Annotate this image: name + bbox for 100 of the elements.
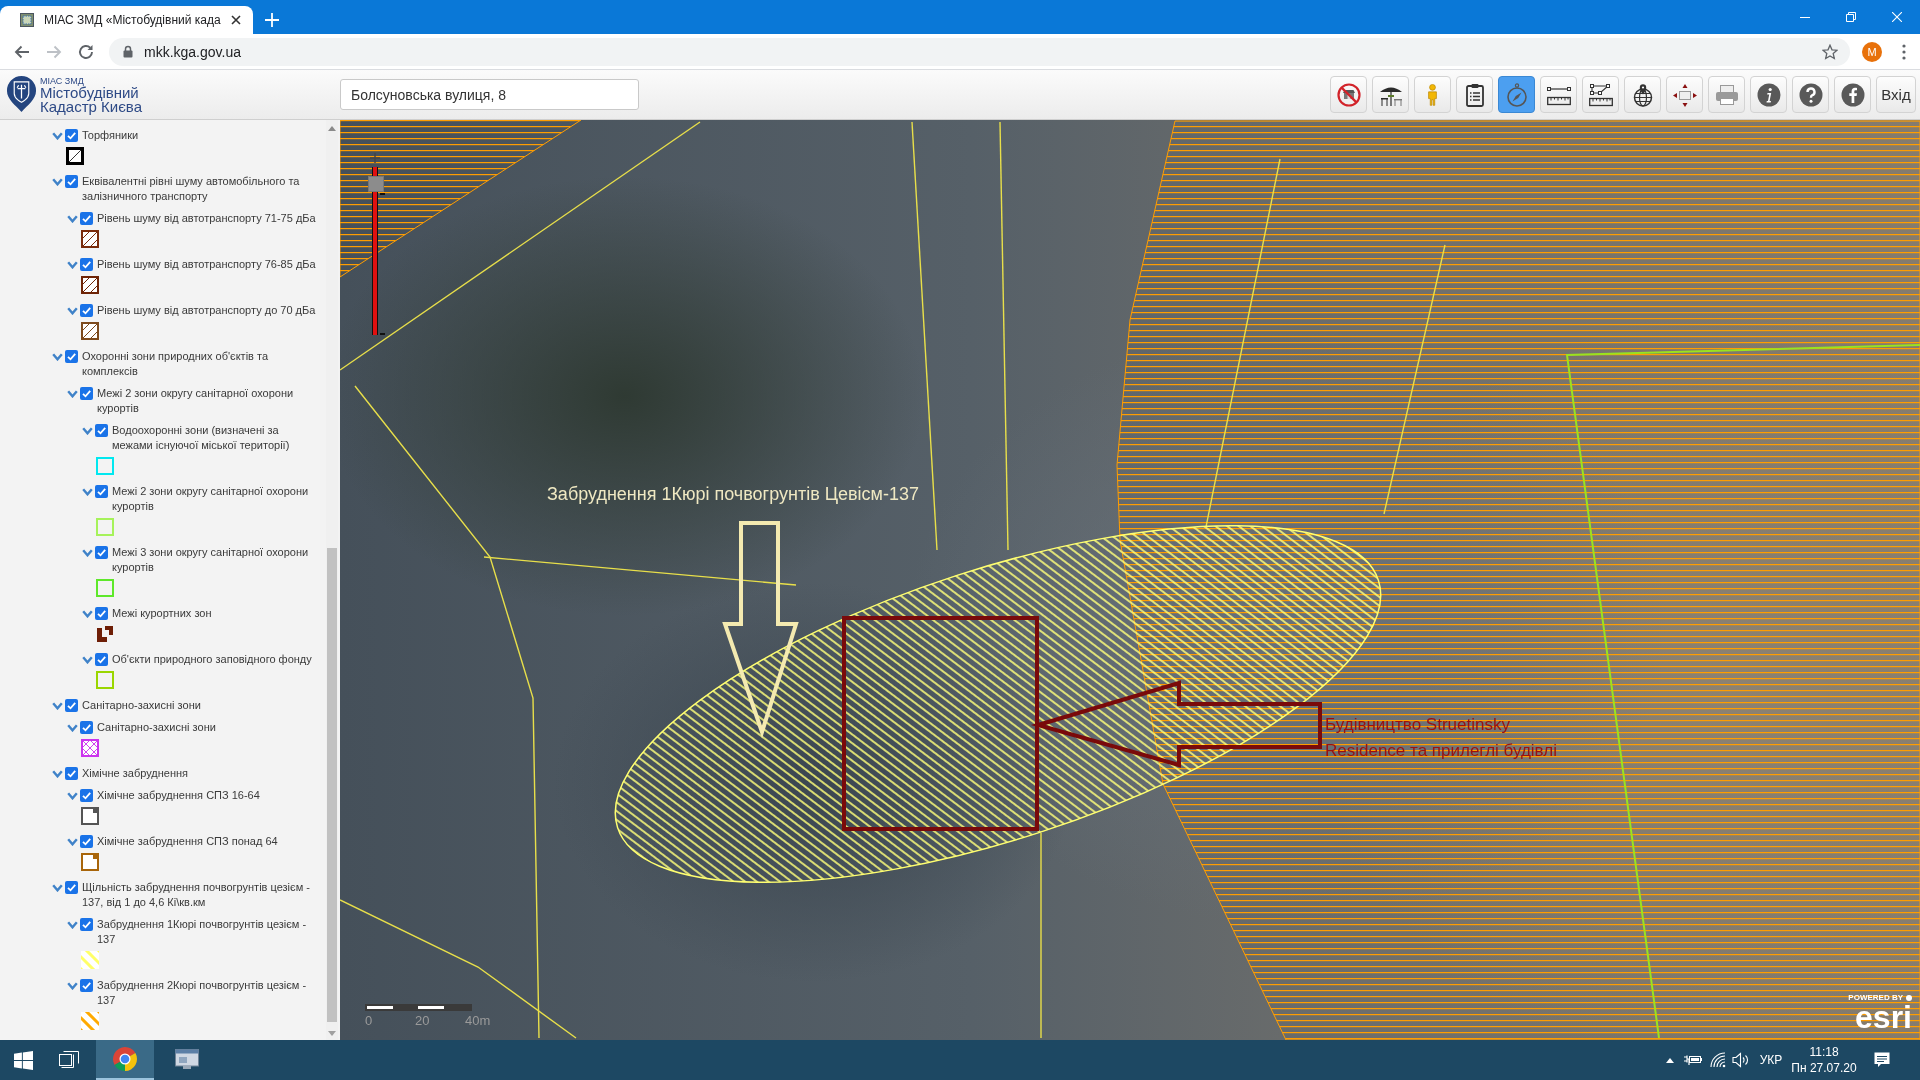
- scroll-down-icon[interactable]: [328, 1031, 336, 1036]
- clock-time[interactable]: 11:18: [1809, 1044, 1839, 1060]
- framed-square-icon: [20, 13, 34, 27]
- layer-label: Об'єкти природного заповідного фонду: [112, 652, 313, 667]
- window-app-icon: [175, 1049, 199, 1069]
- map-caption: Забруднення 1Кюрі почвогрунтів Цевісм-137: [547, 484, 919, 505]
- layer-checkbox[interactable]: [65, 350, 78, 363]
- layer-checkbox[interactable]: [95, 485, 108, 498]
- chevron-down-icon[interactable]: [52, 884, 63, 892]
- layer-label: Забруднення 1Кюрі почвогрунтів цезієм - 137: [97, 917, 308, 947]
- area-ruler-icon: [1588, 82, 1613, 107]
- battery-icon[interactable]: [1683, 1054, 1702, 1066]
- layer-checkbox[interactable]: [95, 607, 108, 620]
- search-field[interactable]: Болсуновська вулиця, 8: [340, 79, 639, 110]
- layer-label: Санітарно-захисні зони: [82, 698, 202, 713]
- layer-checkbox[interactable]: [80, 304, 93, 317]
- layer-label: Охоронні зони природних об'єктів та комплексів: [82, 349, 269, 379]
- browser-tab[interactable]: МІАС ЗМД «Містобудівний када: [0, 6, 253, 34]
- layer-checkbox[interactable]: [65, 699, 78, 712]
- scrollbar-thumb[interactable]: [327, 548, 337, 1022]
- chevron-down-icon[interactable]: [67, 215, 78, 223]
- f-circle-icon: [1840, 82, 1865, 107]
- lock-icon[interactable]: [123, 45, 133, 58]
- close-icon: [1892, 12, 1902, 22]
- person-icon: [1428, 83, 1437, 106]
- scale-label: 0: [365, 1013, 374, 1028]
- menu-icon[interactable]: [1902, 43, 1906, 60]
- scale-label: 20: [415, 1013, 431, 1028]
- chevron-down-icon[interactable]: [67, 390, 78, 398]
- layer-checkbox[interactable]: [95, 424, 108, 437]
- layer-checkbox[interactable]: [80, 387, 93, 400]
- chevron-down-icon[interactable]: [82, 427, 93, 435]
- layer-label: Щільність забруднення почвогрунтів цезієм - 137, від 1 до 4,6 Кі\кв.км: [82, 880, 311, 910]
- address-bar[interactable]: mkk.kga.gov.ua: [109, 37, 1850, 66]
- layer-label: Еквівалентні рівні шуму автомобільного та залізничного транспорту: [82, 174, 301, 204]
- dot-icon: [1906, 994, 1912, 1001]
- chevron-down-icon[interactable]: [52, 132, 63, 140]
- chevron-down-icon[interactable]: [67, 982, 78, 990]
- layer-checkbox[interactable]: [65, 129, 78, 142]
- chevron-down-icon[interactable]: [67, 724, 78, 732]
- chevron-down-icon[interactable]: [67, 307, 78, 315]
- chevron-down-icon[interactable]: [82, 610, 93, 618]
- login-button[interactable]: Вхід: [1876, 76, 1916, 113]
- logo-title: Кадастр Києва: [40, 99, 142, 114]
- help-icon: [1798, 82, 1823, 107]
- layer-checkbox[interactable]: [80, 721, 93, 734]
- layer-label: Межі 2 зони округу санітарної охорони курортів: [97, 386, 295, 416]
- layer-label: Рівень шуму від автотранспорту 71-75 дБа: [97, 211, 317, 226]
- compass-icon: [1504, 82, 1529, 107]
- logo-subtitle: МІАС ЗМД: [40, 75, 85, 86]
- chevron-down-icon[interactable]: [52, 702, 63, 710]
- layer-label: Рівень шуму від автотранспорту 76-85 дБа: [97, 257, 317, 272]
- message-icon[interactable]: [1874, 1052, 1890, 1068]
- layer-checkbox[interactable]: [65, 881, 78, 894]
- layer-checkbox[interactable]: [95, 546, 108, 559]
- layer-checkbox[interactable]: [80, 258, 93, 271]
- restore-icon: [1846, 12, 1856, 22]
- layer-checkbox[interactable]: [80, 212, 93, 225]
- stacked-windows-icon[interactable]: [59, 1051, 79, 1069]
- chevron-down-icon[interactable]: [82, 488, 93, 496]
- chevron-down-icon[interactable]: [52, 178, 63, 186]
- layer-checkbox[interactable]: [95, 653, 108, 666]
- layer-checkbox[interactable]: [80, 789, 93, 802]
- layer-label: Хімічне забруднення: [82, 766, 190, 781]
- layer-label: Межі 2 зони округу санітарної охорони курортів: [112, 484, 310, 514]
- chevron-down-icon[interactable]: [82, 549, 93, 557]
- close-icon[interactable]: [230, 15, 241, 25]
- back-arrow-icon[interactable]: [14, 43, 30, 60]
- layer-label: Торфяники: [82, 128, 140, 143]
- four-squares-icon[interactable]: [13, 1050, 33, 1070]
- caret-up-icon[interactable]: [1666, 1057, 1674, 1063]
- chevron-down-icon[interactable]: [82, 656, 93, 664]
- chevron-down-icon[interactable]: [67, 261, 78, 269]
- layer-label: Рівень шуму від автотранспорту до 70 дБа: [97, 303, 317, 318]
- layer-checkbox[interactable]: [80, 835, 93, 848]
- chevron-down-icon[interactable]: [67, 921, 78, 929]
- chevron-down-icon[interactable]: [67, 838, 78, 846]
- taskbar-button[interactable]: [96, 1040, 154, 1080]
- speaker-icon[interactable]: [1732, 1052, 1750, 1068]
- layer-label: Забруднення 2Кюрі почвогрунтів цезієм - 137: [97, 978, 308, 1008]
- chevron-down-icon[interactable]: [52, 770, 63, 778]
- chevron-down-icon[interactable]: [67, 792, 78, 800]
- layer-label: Санітарно-захисні зони: [97, 720, 217, 735]
- chevron-down-icon[interactable]: [52, 353, 63, 361]
- star-icon[interactable]: [1822, 43, 1838, 60]
- layer-checkbox[interactable]: [65, 175, 78, 188]
- clock-date[interactable]: Пн 27.07.20: [1791, 1060, 1857, 1076]
- logo-title: Містобудівний: [40, 85, 139, 100]
- zoom-slider-thumb[interactable]: [368, 176, 384, 193]
- layer-checkbox[interactable]: [80, 918, 93, 931]
- printer-icon: [1714, 82, 1739, 107]
- layer-label: Межі 3 зони округу санітарної охорони курортів: [112, 545, 310, 575]
- zoom-in-icon[interactable]: [370, 153, 380, 163]
- language-indicator[interactable]: УКР: [1759, 1053, 1783, 1067]
- reload-icon[interactable]: [78, 43, 94, 60]
- scroll-up-icon[interactable]: [328, 126, 336, 131]
- layer-checkbox[interactable]: [80, 979, 93, 992]
- new-tab-icon[interactable]: [264, 13, 279, 27]
- wifi-icon[interactable]: [1709, 1052, 1726, 1068]
- layer-checkbox[interactable]: [65, 767, 78, 780]
